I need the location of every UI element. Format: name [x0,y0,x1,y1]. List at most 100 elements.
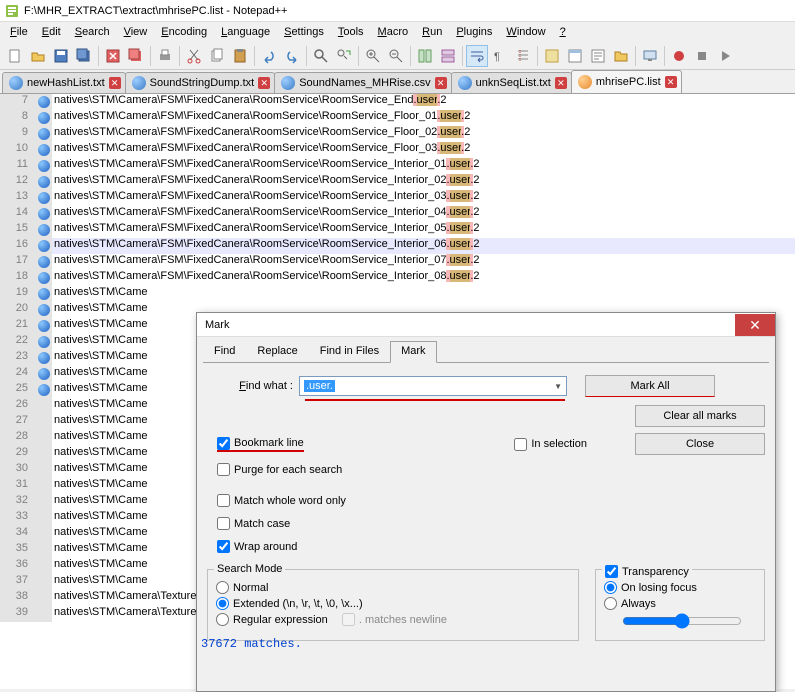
cut-icon[interactable] [183,45,205,67]
tab-close-icon[interactable]: ✕ [258,77,270,89]
menu-search[interactable]: Search [69,24,116,40]
record-macro-icon[interactable] [668,45,690,67]
tab-unknSeqList-txt[interactable]: unknSeqList.txt✕ [451,72,572,93]
menu-window[interactable]: Window [500,24,551,40]
bookmark-margin[interactable] [36,126,52,142]
tab-close-icon[interactable]: ✕ [555,77,567,89]
wrap-around-checkbox[interactable]: Wrap around [217,540,297,553]
whole-word-checkbox[interactable]: Match whole word only [217,494,346,507]
code-line[interactable]: 12natives\STM\Camera\FSM\FixedCanera\Roo… [0,174,795,190]
lang-udl-icon[interactable] [541,45,563,67]
close-icon[interactable] [102,45,124,67]
bookmark-margin[interactable] [36,254,52,270]
menu-plugins[interactable]: Plugins [450,24,498,40]
show-all-chars-icon[interactable]: ¶ [489,45,511,67]
bookmark-margin[interactable] [36,430,52,446]
play-macro-icon[interactable] [714,45,736,67]
bookmark-margin[interactable] [36,350,52,366]
bookmark-margin[interactable] [36,398,52,414]
bookmark-margin[interactable] [36,94,52,110]
transparency-checkbox[interactable]: Transparency [605,565,689,578]
save-icon[interactable] [50,45,72,67]
dlg-tab-find-in-files[interactable]: Find in Files [309,341,390,362]
bookmark-line-checkbox[interactable]: Bookmark line [217,437,304,452]
monitor-icon[interactable] [639,45,661,67]
tab-SoundNames_MHRise-csv[interactable]: SoundNames_MHRise.csv✕ [274,72,451,93]
open-file-icon[interactable] [27,45,49,67]
replace-icon[interactable] [333,45,355,67]
paste-icon[interactable] [229,45,251,67]
close-button[interactable]: Close [635,433,765,455]
bookmark-margin[interactable] [36,318,52,334]
bookmark-margin[interactable] [36,206,52,222]
normal-radio[interactable]: Normal [216,581,570,594]
menu-settings[interactable]: Settings [278,24,330,40]
menu-edit[interactable]: Edit [36,24,67,40]
mark-all-button[interactable]: Mark All [585,375,715,397]
menu-file[interactable]: File [4,24,34,40]
bookmark-margin[interactable] [36,334,52,350]
print-icon[interactable] [154,45,176,67]
stop-macro-icon[interactable] [691,45,713,67]
sync-h-icon[interactable] [437,45,459,67]
code-line[interactable]: 10natives\STM\Camera\FSM\FixedCanera\Roo… [0,142,795,158]
code-line[interactable]: 7natives\STM\Camera\FSM\FixedCanera\Room… [0,94,795,110]
zoom-out-icon[interactable] [385,45,407,67]
code-line[interactable]: 17natives\STM\Camera\FSM\FixedCanera\Roo… [0,254,795,270]
redo-icon[interactable] [281,45,303,67]
code-line[interactable]: 19natives\STM\Came [0,286,795,302]
bookmark-margin[interactable] [36,382,52,398]
bookmark-margin[interactable] [36,542,52,558]
bookmark-margin[interactable] [36,190,52,206]
bookmark-margin[interactable] [36,526,52,542]
bookmark-margin[interactable] [36,270,52,286]
dlg-tab-find[interactable]: Find [203,341,246,362]
tab-close-icon[interactable]: ✕ [435,77,447,89]
undo-icon[interactable] [258,45,280,67]
indent-guide-icon[interactable] [512,45,534,67]
bookmark-margin[interactable] [36,366,52,382]
bookmark-margin[interactable] [36,494,52,510]
tab-close-icon[interactable]: ✕ [109,77,121,89]
bookmark-margin[interactable] [36,478,52,494]
in-selection-checkbox[interactable]: In selection [514,438,587,451]
bookmark-margin[interactable] [36,158,52,174]
dlg-tab-replace[interactable]: Replace [246,341,308,362]
dialog-close-button[interactable]: ✕ [735,314,775,336]
clear-marks-button[interactable]: Clear all marks [635,405,765,427]
bookmark-margin[interactable] [36,222,52,238]
menu-language[interactable]: Language [215,24,276,40]
menu-view[interactable]: View [118,24,154,40]
bookmark-margin[interactable] [36,414,52,430]
save-all-icon[interactable] [73,45,95,67]
close-all-icon[interactable] [125,45,147,67]
code-line[interactable]: 15natives\STM\Camera\FSM\FixedCanera\Roo… [0,222,795,238]
purge-checkbox[interactable]: Purge for each search [217,463,342,476]
code-line[interactable]: 16natives\STM\Camera\FSM\FixedCanera\Roo… [0,238,795,254]
bookmark-margin[interactable] [36,590,52,606]
bookmark-margin[interactable] [36,142,52,158]
tab-mhrisePC-list[interactable]: mhrisePC.list✕ [571,70,682,93]
menu-?[interactable]: ? [554,24,572,40]
func-list-icon[interactable] [587,45,609,67]
losing-focus-radio[interactable]: On losing focus [604,581,756,594]
zoom-in-icon[interactable] [362,45,384,67]
bookmark-margin[interactable] [36,606,52,622]
bookmark-margin[interactable] [36,110,52,126]
match-case-checkbox[interactable]: Match case [217,517,290,530]
menu-run[interactable]: Run [416,24,448,40]
copy-icon[interactable] [206,45,228,67]
tab-newHashList-txt[interactable]: newHashList.txt✕ [2,72,126,93]
code-line[interactable]: 18natives\STM\Camera\FSM\FixedCanera\Roo… [0,270,795,286]
bookmark-margin[interactable] [36,574,52,590]
bookmark-margin[interactable] [36,446,52,462]
transparency-slider[interactable] [622,613,742,629]
bookmark-margin[interactable] [36,302,52,318]
combo-arrow-icon[interactable]: ▼ [554,382,562,391]
menu-tools[interactable]: Tools [332,24,370,40]
code-line[interactable]: 11natives\STM\Camera\FSM\FixedCanera\Roo… [0,158,795,174]
always-radio[interactable]: Always [604,597,756,610]
dlg-tab-mark[interactable]: Mark [390,341,436,363]
menu-macro[interactable]: Macro [372,24,415,40]
regex-radio[interactable]: Regular expression . matches newline [216,613,570,626]
